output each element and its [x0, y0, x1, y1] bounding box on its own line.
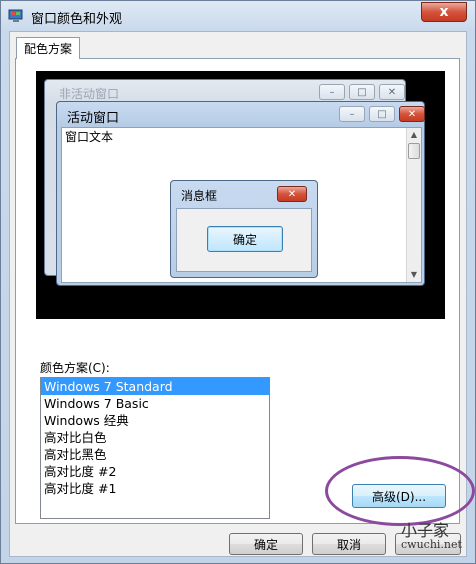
message-box-body: 确定: [176, 208, 312, 272]
window-text: 窗口文本: [65, 130, 114, 144]
tab-color-scheme[interactable]: 配色方案: [16, 37, 80, 59]
color-scheme-list[interactable]: Windows 7 Standard Windows 7 Basic Windo…: [40, 377, 270, 519]
list-item[interactable]: 高对比度 #2: [41, 463, 269, 480]
minimize-icon: –: [339, 106, 365, 122]
window-title: 窗口颜色和外观: [31, 12, 123, 27]
watermark-url: cwuchi.net: [401, 538, 462, 551]
cancel-button[interactable]: 取消: [312, 533, 386, 555]
ok-button[interactable]: 确定: [229, 533, 303, 555]
close-icon: ✕: [399, 106, 425, 122]
list-item[interactable]: 高对比度 #1: [41, 480, 269, 497]
message-box-ok-button: 确定: [207, 226, 283, 252]
close-icon: ✕: [277, 186, 307, 202]
scroll-up-icon: ▲: [410, 130, 418, 139]
tab-panel: 非活动窗口 – □ ✕ 活动窗口 – □ ✕ 窗口文本 ▲ ▼ 消息框 ✕ 确定…: [15, 58, 460, 524]
inactive-window-title: 非活动窗口: [59, 87, 120, 101]
maximize-icon: □: [349, 84, 375, 100]
list-item[interactable]: 高对比黑色: [41, 446, 269, 463]
list-item[interactable]: Windows 7 Basic: [41, 395, 269, 412]
close-icon: ✕: [379, 84, 405, 100]
message-box-title: 消息框: [181, 189, 218, 203]
minimize-icon: –: [319, 84, 345, 100]
vertical-scrollbar: ▲ ▼: [406, 128, 421, 282]
maximize-icon: □: [369, 106, 395, 122]
title-bar[interactable]: 窗口颜色和外观 x: [1, 1, 475, 31]
scroll-down-icon: ▼: [410, 270, 418, 279]
message-box-preview: 消息框 ✕ 确定: [170, 180, 318, 278]
list-item[interactable]: Windows 7 Standard: [41, 378, 269, 395]
monitor-palette-icon: [8, 8, 24, 24]
client-area: 配色方案 非活动窗口 – □ ✕ 活动窗口 – □ ✕ 窗口文本 ▲ ▼ 消息框…: [9, 31, 475, 557]
close-icon: x: [439, 4, 449, 20]
active-window-title: 活动窗口: [67, 111, 120, 126]
active-window-body: 窗口文本 ▲ ▼ 消息框 ✕ 确定: [61, 127, 422, 283]
color-scheme-label: 颜色方案(C):: [40, 361, 110, 375]
dialog-window: 窗口颜色和外观 x 配色方案 非活动窗口 – □ ✕ 活动窗口 – □ ✕ 窗口…: [0, 0, 476, 564]
advanced-button[interactable]: 高级(D)...: [352, 484, 446, 508]
close-button[interactable]: x: [421, 2, 467, 22]
tab-label: 配色方案: [23, 42, 72, 56]
scroll-thumb: [408, 143, 420, 159]
active-window-preview: 活动窗口 – □ ✕ 窗口文本 ▲ ▼ 消息框 ✕ 确定: [56, 101, 425, 286]
appearance-preview: 非活动窗口 – □ ✕ 活动窗口 – □ ✕ 窗口文本 ▲ ▼ 消息框 ✕ 确定: [36, 71, 445, 319]
watermark-logo: 小子家 cwuchi.net: [401, 523, 462, 552]
list-item[interactable]: 高对比白色: [41, 429, 269, 446]
list-item[interactable]: Windows 经典: [41, 412, 269, 429]
